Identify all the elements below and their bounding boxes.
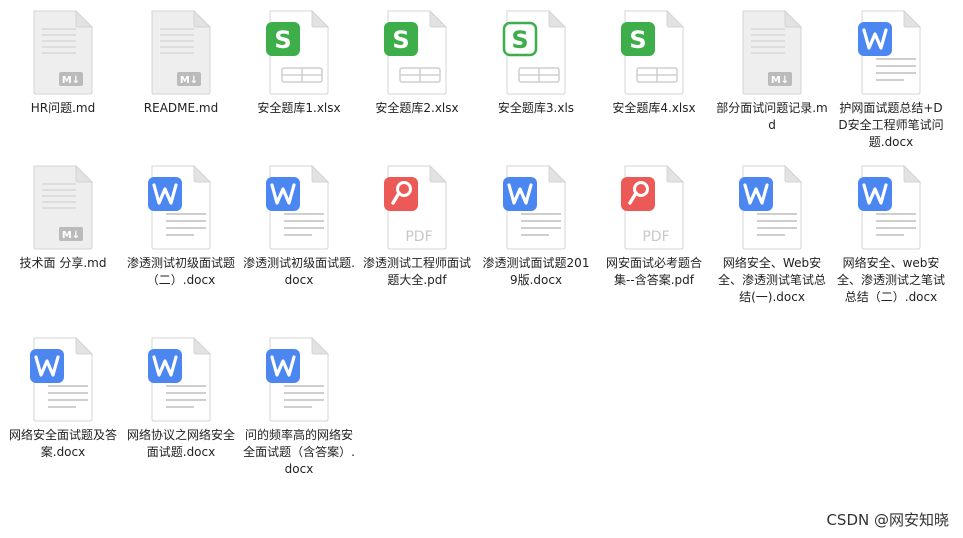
svg-text:S: S [511,26,528,54]
file-name-label: 安全题库2.xlsx [375,101,459,115]
word-document-icon [148,336,212,422]
file-name-label: 网络安全面试题及答案.docx [8,428,117,459]
file-item[interactable]: S 安全题库2.xlsx [358,8,476,117]
word-document-icon [30,336,94,422]
spreadsheet-file-icon: S [621,9,685,95]
svg-text:M↓: M↓ [62,230,80,241]
spreadsheet-file-icon: S [266,9,330,95]
word-document-icon [503,164,567,250]
file-item[interactable]: 网络协议之网络安全面试题.docx [122,335,240,461]
file-item[interactable]: 网络安全面试题及答案.docx [4,335,122,461]
file-name-label: 网络安全、web安全、渗透测试之笔试总结（二）.docx [836,256,945,304]
pdf-file-icon: PDF [384,164,448,250]
file-name-label: HR问题.md [30,101,96,115]
word-document-icon [148,164,212,250]
watermark: CSDN @网安知晓 [826,511,949,529]
pdf-file-icon: PDF [621,164,685,250]
svg-text:M↓: M↓ [771,75,789,86]
file-item[interactable]: M↓ HR问题.md [4,8,122,117]
file-name-label: 渗透测试初级面试题.docx [243,256,355,287]
file-item[interactable]: S 安全题库3.xls [477,8,595,117]
file-item[interactable]: 问的频率高的网络安全面试题（含答案）.docx [240,335,358,478]
file-name-label: 渗透测试初级面试题（二）.docx [126,256,235,287]
file-name-label: 安全题库1.xlsx [257,101,341,115]
file-item[interactable]: S 安全题库4.xlsx [595,8,713,117]
svg-text:PDF: PDF [405,229,432,245]
markdown-file-icon: M↓ [33,164,94,250]
file-item[interactable]: M↓ 技术面 分享.md [4,163,122,272]
file-name-label: 安全题库4.xlsx [612,101,696,115]
file-item[interactable]: 护网面试题总结+DD安全工程师笔试问题.docx [832,8,950,151]
markdown-file-icon: M↓ [33,9,94,95]
svg-text:PDF: PDF [642,229,669,245]
file-name-label: 网络协议之网络安全面试题.docx [126,428,235,459]
svg-text:M↓: M↓ [62,75,80,86]
markdown-file-icon: M↓ [742,9,803,95]
spreadsheet-file-icon: S [502,9,567,95]
file-name-label: 安全题库3.xls [497,101,575,115]
file-name-label: 渗透测试工程师面试题大全.pdf [362,256,471,287]
file-item[interactable]: M↓ README.md [122,8,240,117]
file-name-label: 问的频率高的网络安全面试题（含答案）.docx [243,428,355,476]
file-item[interactable]: PDF 网安面试必考题合集--含答案.pdf [595,163,713,289]
file-item[interactable]: 网络安全、web安全、渗透测试之笔试总结（二）.docx [832,163,950,306]
file-name-label: 部分面试问题记录.md [716,101,828,132]
word-document-icon [858,9,922,95]
file-item[interactable]: M↓ 部分面试问题记录.md [713,8,831,134]
file-item[interactable]: 渗透测试初级面试题.docx [240,163,358,289]
svg-text:S: S [274,26,291,54]
file-name-label: 网安面试必考题合集--含答案.pdf [605,256,702,287]
file-name-label: 网络安全、Web安全、渗透测试笔试总结(一).docx [717,256,826,304]
svg-text:S: S [392,26,409,54]
file-name-label: README.md [143,101,219,115]
word-document-icon [858,164,922,250]
markdown-file-icon: M↓ [151,9,212,95]
file-item[interactable]: S 安全题库1.xlsx [240,8,358,117]
file-item[interactable]: 网络安全、Web安全、渗透测试笔试总结(一).docx [713,163,831,306]
file-name-label: 护网面试题总结+DD安全工程师笔试问题.docx [838,101,944,149]
word-document-icon [739,164,803,250]
spreadsheet-file-icon: S [384,9,448,95]
file-name-label: 渗透测试面试题2019版.docx [482,256,590,287]
svg-text:S: S [629,26,646,54]
word-document-icon [266,164,330,250]
file-item[interactable]: 渗透测试面试题2019版.docx [477,163,595,289]
file-name-label: 技术面 分享.md [19,256,107,270]
word-document-icon [266,336,330,422]
file-item[interactable]: PDF 渗透测试工程师面试题大全.pdf [358,163,476,289]
svg-text:M↓: M↓ [180,75,198,86]
file-item[interactable]: 渗透测试初级面试题（二）.docx [122,163,240,289]
